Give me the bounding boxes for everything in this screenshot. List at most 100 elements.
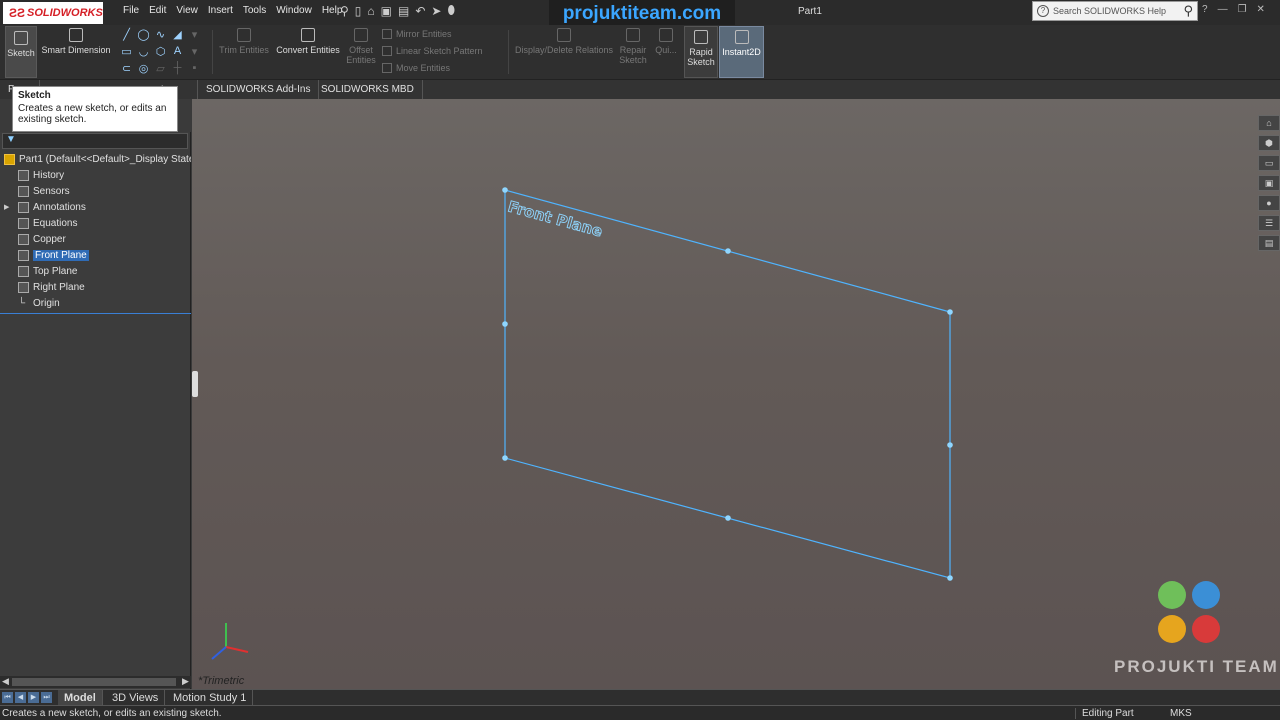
rebuild-icon[interactable]: ⬮ [447,3,455,18]
spline-icon[interactable]: ∿ [152,28,169,45]
save-icon[interactable]: ▣ [381,4,392,18]
tab-motion-study[interactable]: Motion Study 1 [167,690,254,706]
dropdown-icon[interactable]: ▪ [186,62,203,79]
unit-system[interactable]: MKS [1170,708,1192,719]
panel-collapse-handle[interactable] [192,371,198,397]
sketch-button[interactable]: Sketch [5,26,37,78]
point-icon[interactable]: ◎ [135,62,152,79]
menu-edit[interactable]: Edit [144,5,171,16]
new-document-icon[interactable]: ▯ [355,4,362,18]
tree-item-label: History [33,169,65,181]
text-icon[interactable]: A [169,45,186,62]
scroll-right-icon[interactable]: ▶ [182,676,189,687]
graphics-area[interactable]: Front Plane *Trimetric ⌂ ⬢ ▭ ▣ ● ☰ ▤ PRO… [192,99,1280,689]
plane-handle[interactable] [502,187,508,193]
plane-handle[interactable] [502,321,508,327]
rectangle-icon[interactable]: ▭ [118,45,135,62]
move-entities-button[interactable]: Move Entities [382,63,450,73]
plane-handle[interactable] [947,575,953,581]
menu-insert[interactable]: Insert [203,5,238,16]
scroll-thumb[interactable] [12,678,176,686]
tree-item-front-plane[interactable]: Front Plane [0,247,191,263]
tree-item-equations[interactable]: Equations [0,215,191,231]
arc-icon[interactable]: ◡ [135,45,152,62]
help-icon: ? [1037,5,1049,17]
tree-item-history[interactable]: History [0,167,191,183]
tree-root-part[interactable]: Part1 (Default<<Default>_Display State [0,151,191,167]
dropdown-icon[interactable]: ▾ [186,28,203,45]
print-icon[interactable]: ▤ [398,4,409,18]
close-icon[interactable]: ✕ [1257,4,1265,15]
construction-icon[interactable]: ┼ [169,62,186,79]
solidworks-logo[interactable]: ƧƧ SOLIDWORKS [3,2,103,24]
rapid-sketch-button[interactable]: Rapid Sketch [684,26,718,78]
plane-handle[interactable] [947,442,953,448]
tab-solidworks-addins[interactable]: SOLIDWORKS Add-Ins [198,80,320,99]
line-icon[interactable]: ╱ [118,28,135,45]
resources-icon[interactable]: ⬢ [1258,135,1280,151]
dropdown-icon[interactable]: ▾ [186,45,203,62]
tree-item-material[interactable]: Copper [0,231,191,247]
tab-3d-views[interactable]: 3D Views [106,690,166,706]
tree-item-origin[interactable]: └ Origin [0,295,191,311]
circle-icon[interactable]: ◯ [135,28,152,45]
help-menu-icon[interactable]: ? [1202,4,1208,15]
rollback-bar[interactable] [0,313,191,314]
undo-icon[interactable]: ↶ [415,4,425,18]
panel-horizontal-scrollbar[interactable]: ◀ ▶ [0,676,191,688]
tree-item-sensors[interactable]: Sensors [0,183,191,199]
file-explorer-icon[interactable]: ▣ [1258,175,1280,191]
offset-entities-button[interactable]: Offset Entities [346,28,376,65]
menu-view[interactable]: View [171,5,203,16]
appearances-icon[interactable]: ● [1258,195,1280,211]
tree-item-annotations[interactable]: ▶ Annotations [0,199,191,215]
pin-icon[interactable]: ⚲ [340,4,349,18]
mirror-entities-button[interactable]: Mirror Entities [382,29,452,39]
polygon-icon[interactable]: ⬡ [152,45,169,62]
fillet-icon[interactable]: ◢ [169,28,186,45]
menu-file[interactable]: File [118,5,144,16]
select-icon[interactable]: ➤ [431,4,441,18]
tab-model[interactable]: Model [58,690,103,706]
design-library-icon[interactable]: ▭ [1258,155,1280,171]
plane-handle[interactable] [502,455,508,461]
menu-window[interactable]: Window [271,5,317,16]
first-tab-icon[interactable]: ⏮ [2,692,13,703]
display-delete-relations-button[interactable]: Display/Delete Relations [512,28,616,55]
last-tab-icon[interactable]: ⏭ [41,692,52,703]
linear-sketch-pattern-button[interactable]: Linear Sketch Pattern [382,46,483,56]
slot-icon[interactable]: ⊂ [118,62,135,79]
scroll-left-icon[interactable]: ◀ [2,676,9,687]
home-icon[interactable]: ⌂ [1258,115,1280,131]
restore-icon[interactable]: ❐ [1238,4,1247,15]
status-mode: Editing Part [1075,708,1134,719]
solidworks-forum-icon[interactable]: ▤ [1258,235,1280,251]
plane-handle[interactable] [947,309,953,315]
tab-solidworks-mbd[interactable]: SOLIDWORKS MBD [313,80,423,99]
material-icon [18,233,29,245]
instant2d-icon [734,30,749,44]
tree-filter-input[interactable]: ▼ [2,133,188,149]
repair-sketch-button[interactable]: Repair Sketch [617,28,649,65]
instant2d-button[interactable]: Instant2D [719,26,764,78]
tree-item-label: Equations [33,217,78,229]
search-icon[interactable]: ⚲ [1183,3,1193,19]
prev-tab-icon[interactable]: ◀ [15,692,26,703]
front-plane-preview[interactable]: Front Plane [192,99,1280,689]
convert-entities-button[interactable]: Convert Entities [272,28,344,55]
trim-entities-button[interactable]: Trim Entities [218,28,270,55]
plane-icon[interactable]: ▱ [152,62,169,79]
smart-dimension-button[interactable]: Smart Dimension [40,28,112,55]
custom-properties-icon[interactable]: ☰ [1258,215,1280,231]
expand-arrow-icon[interactable]: ▶ [4,203,9,211]
quick-snaps-button[interactable]: Qui... [652,28,680,55]
menu-tools[interactable]: Tools [238,5,271,16]
next-tab-icon[interactable]: ▶ [28,692,39,703]
plane-handle[interactable] [725,248,731,254]
plane-handle[interactable] [725,515,731,521]
tree-item-top-plane[interactable]: Top Plane [0,263,191,279]
minimize-icon[interactable]: — [1218,4,1228,15]
open-icon[interactable]: ⌂ [367,4,374,18]
search-help-input[interactable]: ? Search SOLIDWORKS Help ⚲ [1032,1,1198,21]
tree-item-right-plane[interactable]: Right Plane [0,279,191,295]
